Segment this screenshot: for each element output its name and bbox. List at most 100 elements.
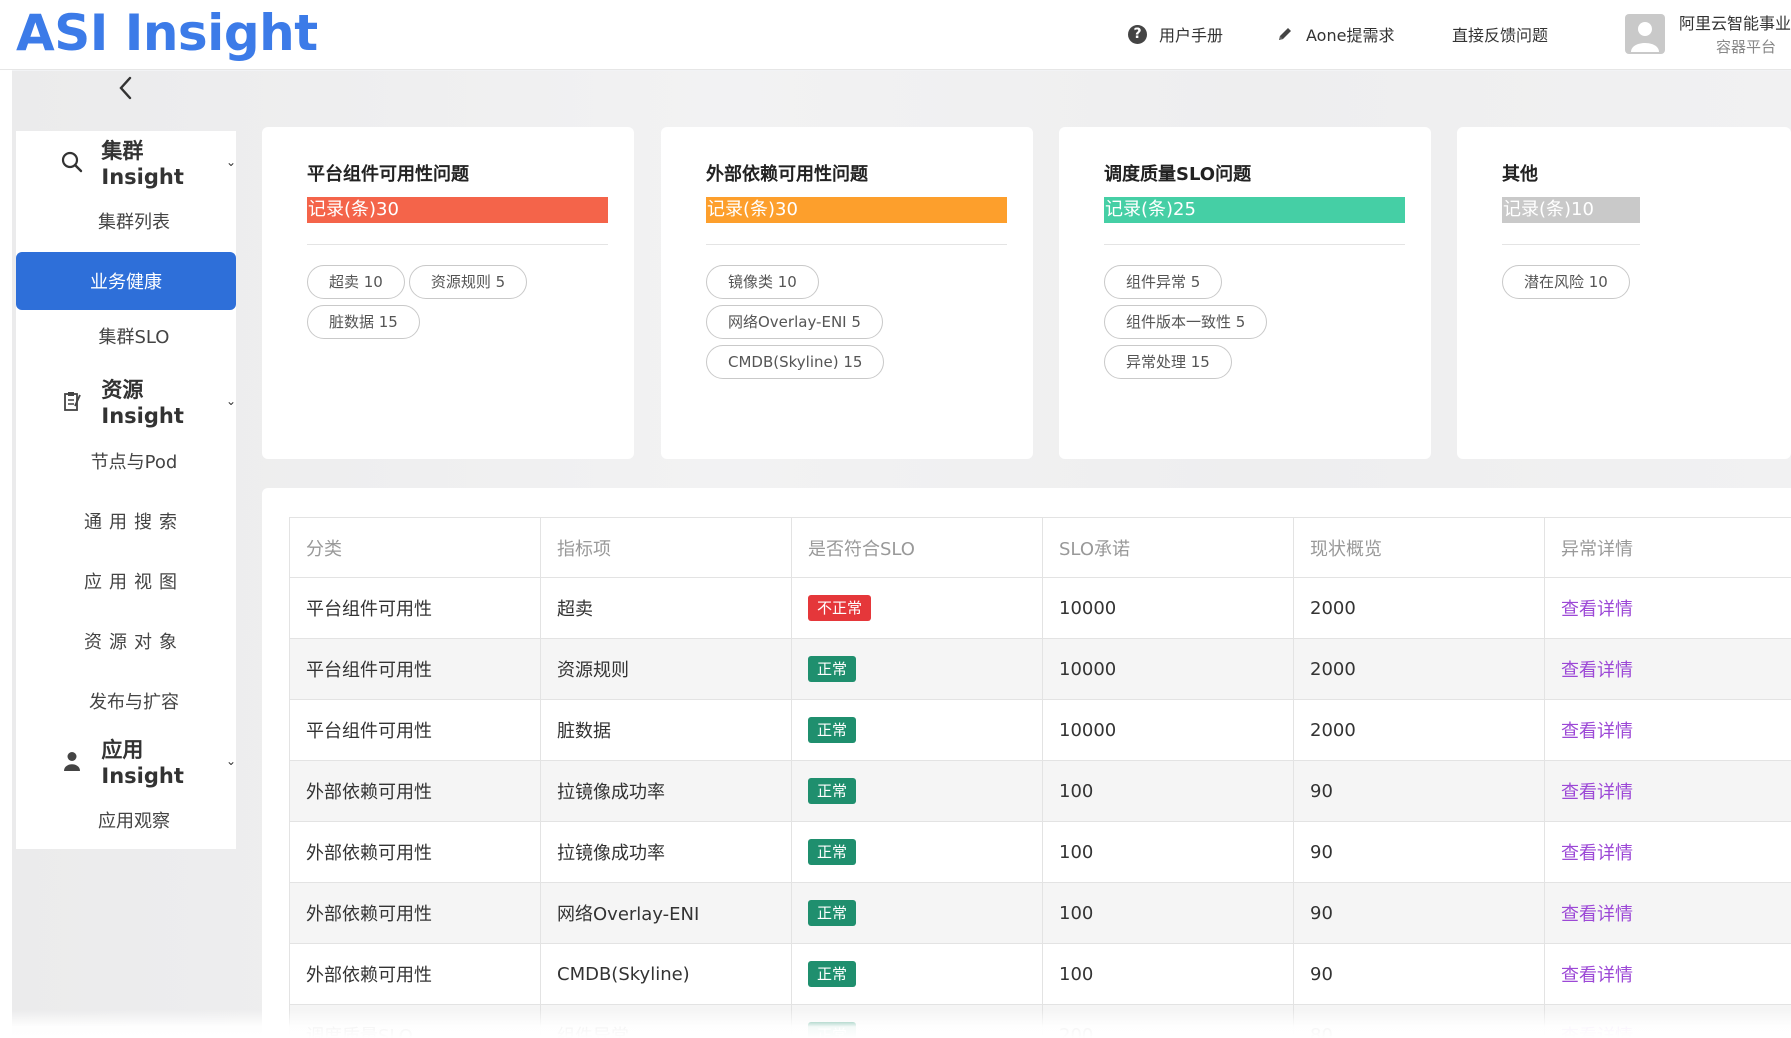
slo-status-cell: 正常: [791, 638, 1043, 700]
column-header[interactable]: 指标项: [540, 517, 792, 578]
category-cell: 平台组件可用性: [289, 577, 541, 639]
slo-promise-cell: 10000: [1042, 699, 1294, 761]
view-detail-link[interactable]: 查看详情: [1561, 721, 1633, 742]
card-count-bar: 记录(条)25: [1104, 197, 1405, 223]
tag-chip[interactable]: 网络Overlay-ENI 5: [706, 305, 883, 339]
summary-card-scheduling: 调度质量SLO问题 记录(条)25 组件异常 5 组件版本一致性 5 异常处理 …: [1059, 127, 1431, 459]
category-cell: 平台组件可用性: [289, 699, 541, 761]
sidebar-item-resource-object[interactable]: 资源对象: [16, 612, 236, 670]
user-org: 容器平台: [1716, 38, 1777, 56]
divider: [706, 244, 1007, 245]
table-row: 外部依赖可用性 CMDB(Skyline) 正常 100 90 查看详情: [289, 943, 1791, 1005]
sidebar-group-resource-insight[interactable]: 资源Insight ⌄: [16, 378, 236, 428]
view-detail-link[interactable]: 查看详情: [1561, 660, 1633, 681]
user-manual-link[interactable]: ? 用户手册: [1128, 22, 1223, 46]
app-logo[interactable]: ASI Insight: [16, 4, 318, 62]
current-value-cell: 90: [1293, 943, 1545, 1005]
metric-cell: 拉镜像成功率: [540, 821, 792, 883]
sidebar-group-cluster-insight[interactable]: 集群Insight ⌄: [16, 139, 236, 189]
sidebar-item-app-observe[interactable]: 应用观察: [16, 791, 236, 849]
column-header[interactable]: 是否符合SLO: [791, 517, 1043, 578]
view-detail-link[interactable]: 查看详情: [1561, 843, 1633, 864]
slo-status-cell: 正常: [791, 943, 1043, 1005]
slo-promise-cell: 10000: [1042, 577, 1294, 639]
current-value-cell: 2000: [1293, 638, 1545, 700]
column-header[interactable]: 异常详情: [1544, 517, 1791, 578]
summary-card-platform: 平台组件可用性问题 记录(条)30 超卖 10 资源规则 5 脏数据 15: [262, 127, 634, 459]
user-name[interactable]: 阿里云智能事业: [1679, 10, 1791, 34]
feedback-link[interactable]: 直接反馈问题: [1452, 22, 1548, 46]
sidebar-item-release-scale[interactable]: 发布与扩容: [16, 672, 236, 730]
card-title: 调度质量SLO问题: [1104, 164, 1252, 185]
detail-cell: 查看详情: [1544, 638, 1791, 700]
tag-list: 潜在风险 10: [1502, 265, 1791, 299]
column-header[interactable]: SLO承诺: [1042, 517, 1294, 578]
pencil-icon: [1279, 28, 1291, 40]
sidebar-item-node-pod[interactable]: 节点与Pod: [16, 432, 236, 490]
status-badge: 不正常: [808, 595, 872, 621]
avatar[interactable]: [1625, 14, 1665, 54]
table-row: 外部依赖可用性 拉镜像成功率 正常 100 90 查看详情: [289, 760, 1791, 822]
sidebar-item-app-view[interactable]: 应用视图: [16, 552, 236, 610]
slo-promise-cell: 100: [1042, 821, 1294, 883]
slo-promise-cell: 100: [1042, 760, 1294, 822]
column-header[interactable]: 分类: [289, 517, 541, 578]
user-avatar-icon: [1631, 22, 1659, 52]
tag-chip[interactable]: CMDB(Skyline) 15: [706, 345, 885, 379]
slo-table: 分类 指标项 是否符合SLO SLO承诺 现状概览 异常详情 平台组件可用性 超卖…: [289, 517, 1791, 1038]
tag-chip[interactable]: 资源规则 5: [408, 265, 528, 299]
clipboard-icon: [52, 390, 91, 412]
sidebar-group-label: 应用Insight: [101, 738, 184, 788]
slo-status-cell: 正常: [791, 699, 1043, 761]
detail-cell: 查看详情: [1544, 821, 1791, 883]
slo-promise-cell: 100: [1042, 882, 1294, 944]
user-icon: [52, 751, 91, 771]
status-badge: 正常: [808, 839, 857, 865]
slo-promise-cell: 10000: [1042, 638, 1294, 700]
sidebar-item-general-search[interactable]: 通用搜索: [16, 492, 236, 550]
column-header[interactable]: 现状概览: [1293, 517, 1545, 578]
tag-list: 组件异常 5 组件版本一致性 5 异常处理 15: [1104, 265, 1424, 379]
tag-chip[interactable]: 脏数据 15: [307, 305, 420, 339]
view-detail-link[interactable]: 查看详情: [1561, 782, 1633, 803]
divider: [1104, 244, 1405, 245]
tag-chip[interactable]: 异常处理 15: [1104, 345, 1232, 379]
card-title: 平台组件可用性问题: [307, 164, 469, 185]
metric-cell: 拉镜像成功率: [540, 760, 792, 822]
tag-chip[interactable]: 组件异常 5: [1104, 265, 1223, 299]
tag-chip[interactable]: 镜像类 10: [706, 265, 819, 299]
chevron-down-icon: ⌄: [225, 754, 236, 768]
sidebar-item-business-health[interactable]: 业务健康: [16, 252, 236, 310]
category-cell: 平台组件可用性: [289, 638, 541, 700]
card-count-bar: 记录(条)30: [307, 197, 608, 223]
view-detail-link[interactable]: 查看详情: [1561, 904, 1633, 925]
collapse-sidebar-button[interactable]: [116, 74, 140, 104]
current-value-cell: 90: [1293, 882, 1545, 944]
card-title: 外部依赖可用性问题: [706, 164, 868, 185]
table-row: 平台组件可用性 脏数据 正常 10000 2000 查看详情: [289, 699, 1791, 761]
metric-cell: 网络Overlay-ENI: [540, 882, 792, 944]
tag-chip[interactable]: 潜在风险 10: [1502, 265, 1630, 299]
category-cell: 外部依赖可用性: [289, 821, 541, 883]
current-value-cell: 90: [1293, 821, 1545, 883]
sidebar-group-app-insight[interactable]: 应用Insight ⌄: [16, 738, 236, 788]
slo-status-cell: 正常: [791, 760, 1043, 822]
view-detail-link[interactable]: 查看详情: [1561, 965, 1633, 986]
detail-cell: 查看详情: [1544, 699, 1791, 761]
sidebar-group-label: 集群Insight: [101, 139, 184, 189]
tag-chip[interactable]: 超卖 10: [307, 265, 405, 299]
divider: [1502, 244, 1640, 245]
sidebar-item-cluster-slo[interactable]: 集群SLO: [16, 307, 236, 365]
chevron-down-icon: ⌄: [225, 394, 236, 408]
aone-request-label: Aone提需求: [1306, 26, 1395, 45]
detail-cell: 查看详情: [1544, 760, 1791, 822]
summary-card-other: 其他 记录(条)10 潜在风险 10: [1457, 127, 1791, 459]
card-title: 其他: [1502, 164, 1538, 185]
metric-cell: 超卖: [540, 577, 792, 639]
aone-request-link[interactable]: Aone提需求: [1276, 22, 1394, 46]
view-detail-link[interactable]: 查看详情: [1561, 599, 1633, 620]
tag-chip[interactable]: 组件版本一致性 5: [1104, 305, 1268, 339]
sidebar-item-cluster-list[interactable]: 集群列表: [16, 192, 236, 250]
slo-status-cell: 不正常: [791, 577, 1043, 639]
metric-cell: CMDB(Skyline): [540, 943, 792, 1005]
